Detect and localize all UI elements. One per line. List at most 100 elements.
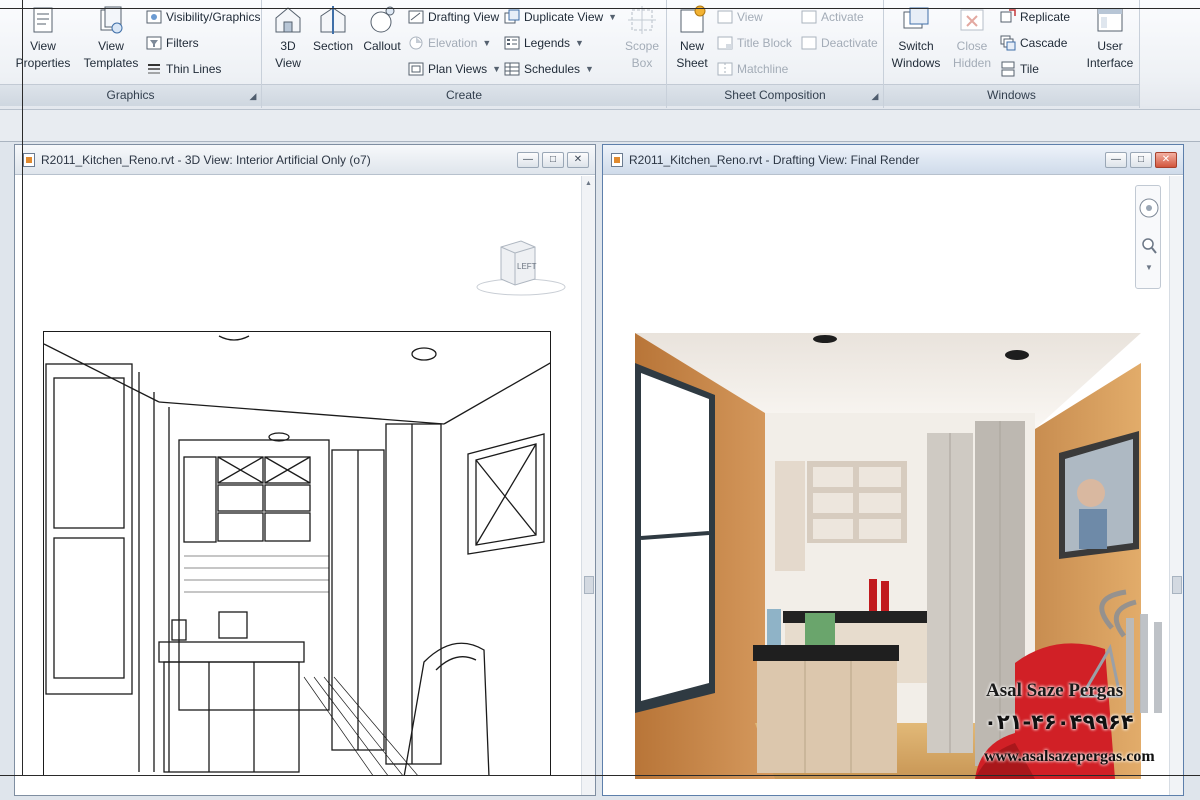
plan-views-button[interactable]: Plan Views ▼: [408, 59, 501, 79]
drafting-view-button[interactable]: Drafting View: [408, 7, 499, 27]
overlay-line-left: [22, 0, 23, 776]
minimize-button[interactable]: —: [517, 152, 539, 168]
thin-lines-icon: [148, 64, 160, 74]
view-icon: [717, 10, 733, 24]
duplicate-view-dropdown-icon: ▼: [608, 12, 618, 22]
section-button[interactable]: Section: [312, 4, 354, 84]
watermark-company-name: Asal Saze Pergas: [986, 680, 1124, 701]
scope-box-button[interactable]: Scope Box: [620, 4, 664, 84]
elevation-button[interactable]: Elevation ▼: [408, 33, 491, 53]
title-block-button[interactable]: Title Block: [717, 33, 792, 53]
cascade-button[interactable]: Cascade: [1000, 33, 1067, 53]
callout-button[interactable]: Callout: [360, 4, 404, 84]
steering-wheel-icon[interactable]: [1139, 198, 1159, 218]
close-button[interactable]: ✕: [567, 152, 589, 168]
schedules-dropdown-icon: ▼: [585, 64, 594, 74]
visibility-graphics-icon: [146, 10, 162, 24]
legends-button[interactable]: Legends ▼: [504, 33, 584, 53]
close-hidden-button[interactable]: Close Hidden: [948, 4, 996, 84]
cascade-label: Cascade: [1020, 36, 1068, 50]
left-vertical-scrollbar[interactable]: ▲: [581, 176, 595, 795]
kitchen-3d-sketch[interactable]: [43, 331, 551, 776]
legends-dropdown-icon: ▼: [575, 38, 584, 48]
left-view-window[interactable]: R2011_Kitchen_Reno.rvt - 3D View: Interi…: [14, 144, 596, 796]
left-window-title: R2011_Kitchen_Reno.rvt - 3D View: Interi…: [41, 152, 371, 167]
matchline-label: Matchline: [737, 62, 789, 76]
callout-label: Callout: [363, 39, 401, 53]
elevation-dropdown-icon: ▼: [482, 38, 492, 48]
visibility-graphics-button[interactable]: Visibility/Graphics: [146, 7, 260, 27]
switch-windows-label: Switch Windows: [891, 39, 941, 70]
filters-button[interactable]: Filters: [146, 33, 199, 53]
new-sheet-button[interactable]: New Sheet: [671, 4, 713, 84]
filters-icon: [146, 36, 162, 50]
view-templates-button[interactable]: View Templates: [82, 4, 140, 84]
visibility-graphics-label: Visibility/Graphics: [166, 10, 261, 24]
schedules-button[interactable]: Schedules ▼: [504, 59, 594, 79]
minimize-button[interactable]: —: [1105, 152, 1127, 168]
scroll-up-icon[interactable]: ▲: [585, 180, 593, 188]
view-3d-button[interactable]: 3D View: [268, 4, 308, 84]
ribbon-separator: [0, 110, 1200, 142]
create-panel-title: Create: [262, 84, 666, 106]
title-block-icon: [717, 36, 733, 50]
scroll-thumb[interactable]: [584, 576, 594, 594]
replicate-label: Replicate: [1020, 10, 1071, 24]
kitchen-sketch-drawing: [44, 335, 550, 775]
replicate-button[interactable]: Replicate: [1000, 7, 1070, 27]
matchline-button[interactable]: Matchline: [717, 59, 788, 79]
activate-button[interactable]: Activate: [801, 7, 864, 27]
navigation-bar: ▼: [1135, 185, 1161, 289]
tile-button[interactable]: Tile: [1000, 59, 1039, 79]
windows-panel-title: Windows: [884, 84, 1139, 106]
schedules-icon: [504, 62, 520, 76]
watermark-phone: ۰۲۱-۴۶۰۴۹۹۶۴: [984, 710, 1134, 734]
sheet-composition-launcher-icon[interactable]: ◢: [871, 92, 879, 101]
maximize-button[interactable]: □: [1130, 152, 1152, 168]
drafting-view-icon: [408, 10, 424, 24]
view-properties-label: View Properties: [15, 39, 71, 70]
thin-lines-button[interactable]: Thin Lines: [146, 59, 221, 79]
graphics-launcher-icon[interactable]: ◢: [249, 92, 257, 101]
view-label: View: [737, 10, 763, 24]
duplicate-view-button[interactable]: Duplicate View ▼: [504, 7, 617, 27]
activate-icon: [801, 10, 817, 24]
right-window-titlebar[interactable]: R2011_Kitchen_Reno.rvt - Drafting View: …: [603, 145, 1183, 175]
legends-label: Legends: [524, 36, 571, 50]
scope-box-label: Scope Box: [624, 39, 660, 70]
tile-icon: [1001, 61, 1015, 77]
zoom-dropdown-icon[interactable]: ▼: [1145, 263, 1153, 272]
thin-lines-label: Thin Lines: [166, 62, 222, 76]
view-templates-label: View Templates: [83, 39, 139, 70]
windows-panel: Switch Windows Close Hidden Replicate Ca…: [884, 0, 1140, 108]
deactivate-icon: [801, 36, 817, 50]
close-button[interactable]: ✕: [1155, 152, 1177, 168]
maximize-button[interactable]: □: [542, 152, 564, 168]
document-icon: [23, 152, 35, 167]
filters-label: Filters: [166, 36, 199, 50]
view-button[interactable]: View: [717, 7, 763, 27]
duplicate-view-icon: [504, 9, 520, 24]
plan-views-dropdown-icon: ▼: [492, 64, 502, 74]
document-icon: [611, 152, 623, 167]
viewcube-icon[interactable]: LEFT: [471, 229, 571, 299]
activate-label: Activate: [821, 10, 864, 24]
section-label: Section: [312, 39, 354, 53]
elevation-icon: [409, 36, 423, 50]
left-window-controls: — □ ✕: [517, 152, 589, 168]
deactivate-label: Deactivate: [821, 36, 878, 50]
plan-views-icon: [408, 62, 424, 76]
schedules-label: Schedules: [524, 62, 581, 76]
zoom-icon[interactable]: [1142, 238, 1157, 254]
cascade-icon: [1000, 35, 1016, 51]
switch-windows-button[interactable]: Switch Windows: [890, 4, 942, 84]
sheet-composition-panel: New Sheet View Title Block Matchline Act…: [667, 0, 884, 108]
new-sheet-label: New Sheet: [676, 39, 708, 70]
user-interface-label: User Interface: [1086, 39, 1134, 70]
plan-views-label: Plan Views: [428, 62, 488, 76]
deactivate-button[interactable]: Deactivate: [801, 33, 878, 53]
sheet-composition-panel-title: Sheet Composition ◢: [667, 84, 883, 106]
user-interface-button[interactable]: User Interface: [1082, 4, 1138, 84]
duplicate-view-label: Duplicate View: [524, 10, 604, 24]
left-window-titlebar[interactable]: R2011_Kitchen_Reno.rvt - 3D View: Interi…: [15, 145, 595, 175]
